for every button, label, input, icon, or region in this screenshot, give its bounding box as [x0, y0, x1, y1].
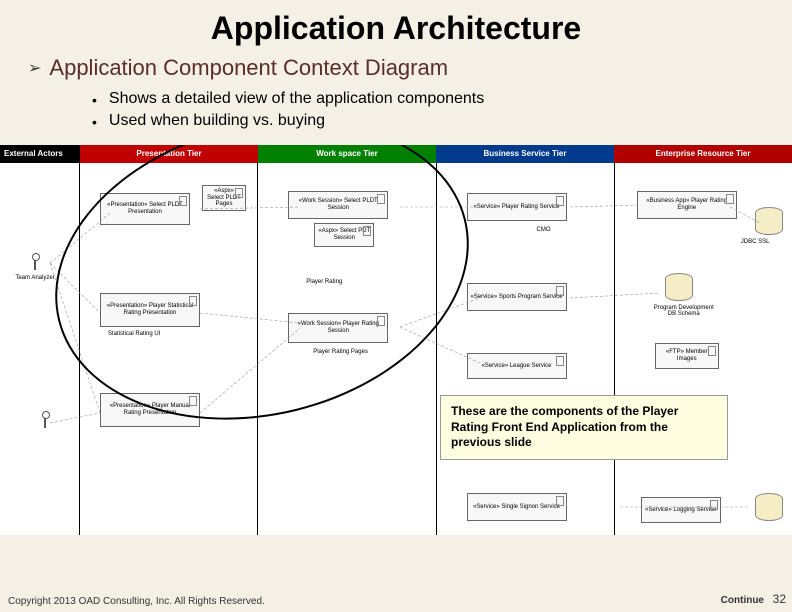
cylinder-icon	[755, 207, 783, 235]
bullet-text: Used when building vs. buying	[109, 112, 325, 130]
component-member-images: «FTP» Member Images	[655, 343, 719, 369]
actor-label: Team Analyzer	[10, 275, 60, 281]
stick-figure-icon	[29, 253, 41, 273]
swimlanes: Team Analyzer «Presentation» Select PLDT…	[0, 163, 792, 535]
tier-workspace: Work space Tier	[258, 145, 436, 163]
subtitle-row: ➢ Application Component Context Diagram	[0, 55, 792, 81]
bullet-dot-icon: •	[92, 112, 97, 132]
diagram: External Actors Presentation Tier Work s…	[0, 145, 792, 535]
component-logging-service: «Service» Logging Service	[641, 497, 721, 523]
copyright-text: Copyright 2013 OAD Consulting, Inc. All …	[8, 596, 265, 608]
component-single-signon: «Service» Single Signon Service	[467, 493, 567, 521]
component-select-pldt-presentation: «Presentation» Select PLDT Presentation	[100, 193, 190, 225]
bullet-item: • Shows a detailed view of the applicati…	[92, 89, 792, 111]
component-db-schema: Program Development DB Schema	[649, 305, 719, 317]
component-player-manual-rating: «Presentation» Player Manual Rating Pres…	[100, 393, 200, 427]
component-player-rating-session: «Work Session» Player Rating Session	[288, 313, 388, 343]
component-select-pdt-session: «Aspx» Select PDT Session	[314, 223, 374, 247]
cylinder-icon	[755, 493, 783, 521]
lane-business: «Service» Player Rating Service CMO «Ser…	[437, 163, 615, 535]
lane-workspace: «Work Session» Select PLDT Session «Aspx…	[258, 163, 436, 535]
lane-external: Team Analyzer	[0, 163, 80, 535]
label-cmo: CMO	[537, 227, 551, 233]
continue-label: Continue	[721, 595, 764, 606]
bullet-text: Shows a detailed view of the application…	[109, 90, 484, 108]
actor-team-analyzer: Team Analyzer	[10, 253, 60, 281]
component-select-pldt-session: «Work Session» Select PLDT Session	[288, 191, 388, 219]
label-player-rating-pages: Player Rating Pages	[313, 349, 368, 355]
label-stat-rating-ui: Statistical Rating UI	[108, 331, 160, 337]
bullet-dot-icon: •	[92, 90, 97, 110]
component-player-rating-service: «Service» Player Rating Service	[467, 193, 567, 221]
component-sports-program-service: «Service» Sports Program Service	[467, 283, 567, 311]
lane-enterprise: «Business App» Player Rating Engine JDBC…	[615, 163, 792, 535]
tier-headers: External Actors Presentation Tier Work s…	[0, 145, 792, 163]
stick-figure-icon	[39, 411, 51, 431]
bullet-item: • Used when building vs. buying	[92, 111, 792, 133]
component-select-pldt-pages: «Aspx» Select PLDT Pages	[202, 185, 246, 211]
component-player-statistical-rating: «Presentation» Player Statistical Rating…	[100, 293, 200, 327]
callout-box: These are the components of the Player R…	[440, 395, 728, 460]
page-number: 32	[773, 592, 786, 606]
component-player-rating-engine: «Business App» Player Rating Engine	[637, 191, 737, 219]
tier-external-actors: External Actors	[0, 145, 80, 163]
label-player-rating: Player Rating	[306, 279, 342, 285]
component-league-service: «Service» League Service	[467, 353, 567, 379]
page-title: Application Architecture	[0, 0, 792, 55]
tier-business-service: Business Service Tier	[436, 145, 614, 163]
subtitle: Application Component Context Diagram	[49, 55, 448, 81]
lane-presentation: «Presentation» Select PLDT Presentation …	[80, 163, 258, 535]
tier-enterprise-resource: Enterprise Resource Tier	[614, 145, 792, 163]
cylinder-icon	[665, 273, 693, 301]
label-jdbc: JDBC SSL	[741, 239, 770, 245]
actor-secondary	[30, 411, 60, 433]
arrow-bullet-icon: ➢	[28, 58, 41, 78]
bullet-list: • Shows a detailed view of the applicati…	[0, 81, 792, 145]
tier-presentation: Presentation Tier	[80, 145, 258, 163]
